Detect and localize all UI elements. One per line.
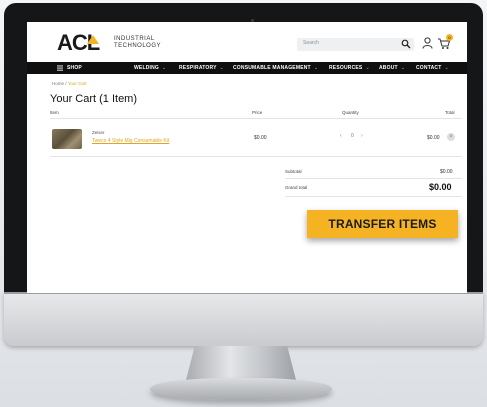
nav-item-shop[interactable]: SHOP	[67, 65, 82, 71]
column-header-quantity: Quantity	[342, 110, 359, 115]
product-brand: Zeiser	[92, 130, 105, 135]
breadcrumb-separator: /	[65, 81, 67, 86]
nav-item-resources[interactable]: RESOURCES ⌄	[329, 65, 370, 71]
logo-triangle-icon	[87, 35, 99, 44]
divider	[285, 196, 462, 197]
subtotal-value: $0.00	[440, 169, 453, 175]
column-header-total: Total	[445, 110, 455, 115]
nav-label: CONTACT	[416, 65, 442, 71]
nav-label: RESOURCES	[329, 65, 363, 71]
acl-logo[interactable]: ACL INDUSTRIAL TECHNOLOGY	[57, 32, 177, 56]
nav-item-consumable-management[interactable]: CONSUMABLE MANAGEMENT ⌄	[233, 65, 318, 71]
monitor-chin	[4, 292, 483, 346]
decrease-qty-button[interactable]: ‹	[340, 133, 342, 139]
product-image[interactable]	[52, 129, 82, 149]
main-nav: SHOP WELDING ⌄ RESPIRATORY ⌄ CONSUMABLE MA…	[27, 62, 467, 74]
increase-qty-button[interactable]: ›	[361, 133, 363, 139]
column-header-price: Price	[252, 110, 263, 115]
search-placeholder: Search	[303, 40, 319, 46]
grand-total-value: $0.00	[429, 182, 452, 192]
nav-label: RESPIRATORY	[179, 65, 217, 71]
nav-item-about[interactable]: ABOUT ⌄	[379, 65, 405, 71]
nav-item-welding[interactable]: WELDING ⌄	[134, 65, 166, 71]
divider	[50, 118, 462, 119]
quantity-value[interactable]: 0	[351, 133, 354, 139]
cart-button[interactable]: 0	[437, 34, 453, 50]
page-title: Your Cart (1 Item)	[50, 93, 138, 105]
column-header-item: Item	[50, 110, 59, 115]
menu-icon[interactable]	[57, 65, 63, 71]
cart-count-badge: 0	[446, 34, 453, 41]
user-account-icon[interactable]	[422, 37, 433, 49]
chevron-down-icon: ⌄	[219, 65, 225, 71]
quantity-stepper: ‹ 0 ›	[340, 133, 366, 141]
chevron-down-icon: ⌄	[444, 65, 449, 71]
product-link[interactable]: Tweco 4 Style Mig Consumable Kit	[92, 138, 169, 144]
chevron-down-icon: ⌄	[400, 65, 406, 71]
product-price: $0.00	[254, 135, 267, 141]
screen: ACL INDUSTRIAL TECHNOLOGY Search 0 SHOP …	[27, 22, 467, 293]
transfer-items-button[interactable]: TRANSFER ITEMS	[307, 210, 458, 238]
divider	[285, 178, 462, 179]
search-input[interactable]: Search	[297, 38, 414, 51]
divider	[50, 156, 462, 157]
logo-subtitle: INDUSTRIAL TECHNOLOGY	[114, 36, 161, 50]
nav-item-contact[interactable]: CONTACT ⌄	[416, 65, 449, 71]
site-header: ACL INDUSTRIAL TECHNOLOGY Search 0	[27, 22, 467, 62]
chevron-down-icon: ⌄	[365, 65, 370, 71]
monitor-stand-foot	[150, 378, 332, 400]
row-total: $0.00	[427, 135, 440, 141]
grand-total-label: Grand total	[285, 185, 308, 190]
nav-item-respiratory[interactable]: RESPIRATORY ⌄	[179, 65, 224, 71]
breadcrumb-home[interactable]: Home	[52, 81, 64, 86]
monitor-stand-neck	[186, 346, 296, 380]
chevron-down-icon: ⌄	[162, 65, 167, 71]
nav-label: WELDING	[134, 65, 160, 71]
nav-label: ABOUT	[379, 65, 398, 71]
breadcrumb-current: Your Cart	[67, 81, 87, 86]
chevron-down-icon: ⌄	[313, 65, 319, 71]
search-icon[interactable]	[401, 39, 411, 49]
nav-label: CONSUMABLE MANAGEMENT	[233, 65, 311, 71]
subtotal-label: Subtotal	[285, 169, 302, 174]
remove-item-icon[interactable]: ×	[447, 133, 455, 141]
logo-line-1: INDUSTRIAL	[114, 36, 155, 42]
logo-line-2: TECHNOLOGY	[114, 43, 162, 49]
breadcrumb: Home / Your Cart	[52, 81, 87, 86]
